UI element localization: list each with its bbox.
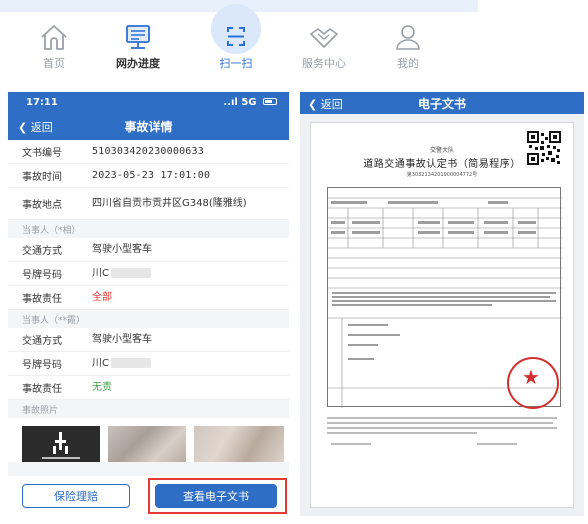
tab-mine[interactable]: 我的 <box>368 22 448 78</box>
action-bar: 保险理赔 查看电子文书 <box>8 476 289 516</box>
row-label: 号牌号码 <box>22 360 62 371</box>
insurance-claim-button[interactable]: 保险理赔 <box>22 484 130 508</box>
tab-mine-label: 我的 <box>397 57 419 70</box>
transport-value: 驾驶小型客车 <box>92 334 152 345</box>
document-number: 第3032134201900004772号 <box>406 172 478 178</box>
official-seal-icon: ★ <box>507 357 559 409</box>
row-party2-responsibility: 事故责任 无责 <box>8 376 289 400</box>
row-document-number: 文书编号 510303420230000633 <box>8 140 289 164</box>
redacted-plate <box>110 268 151 278</box>
accident-photo[interactable] <box>194 426 284 462</box>
accident-photo[interactable] <box>108 426 186 462</box>
plate-value: 川C <box>92 267 289 280</box>
accident-detail-screen: 17:11 ..ıl 5G ❮ 返回 事故详情 文书编号 51030342023… <box>8 92 289 516</box>
row-accident-time: 事故时间 2023-05-23 17:01:00 <box>8 164 289 188</box>
tab-scan-label: 扫一扫 <box>219 57 253 70</box>
row-label: 交通方式 <box>22 246 62 257</box>
party2-header: 当事人（**霞） <box>8 310 289 328</box>
handshake-icon <box>307 22 341 52</box>
tab-progress[interactable]: 网办进度 <box>98 22 178 78</box>
user-icon <box>391 22 425 52</box>
row-party2-plate: 号牌号码 川C <box>8 352 289 376</box>
row-label: 文书编号 <box>22 148 62 159</box>
transport-value: 驾驶小型客车 <box>92 244 152 255</box>
battery-icon <box>263 98 277 105</box>
row-label: 事故地点 <box>22 200 62 211</box>
page-title: 事故详情 <box>124 120 173 134</box>
tab-home-label: 首页 <box>43 57 65 70</box>
accident-certificate-document[interactable]: 交警大队 道路交通事故认定书（简易程序） 第303213420190000477… <box>310 122 574 508</box>
status-time: 17:11 <box>26 96 58 108</box>
document-footer-text <box>327 417 557 445</box>
redacted-plate <box>110 358 151 368</box>
bottom-tab-bar: 首页 网办进度 扫一扫 服务中心 我的 <box>0 0 478 82</box>
tab-service-center[interactable]: 服务中心 <box>284 22 364 78</box>
row-label: 事故责任 <box>22 384 62 395</box>
status-signal: ..ıl 5G <box>223 97 277 108</box>
tab-home[interactable]: 首页 <box>14 22 94 78</box>
row-label: 号牌号码 <box>22 270 62 281</box>
document-number-value: 510303420230000633 <box>92 146 204 157</box>
detail-navbar: ❮ 返回 事故详情 <box>8 112 289 140</box>
accident-time-value: 2023-05-23 17:01:00 <box>92 170 211 181</box>
row-party1-transport: 交通方式 驾驶小型客车 <box>8 238 289 262</box>
qr-code-icon <box>527 131 561 165</box>
responsibility-value: 无责 <box>92 382 112 393</box>
accident-location-value: 四川省自贡市贡井区G348(隆雅线) <box>92 198 247 209</box>
responsibility-value: 全部 <box>92 292 112 303</box>
row-party1-responsibility: 事故责任 全部 <box>8 286 289 310</box>
page-title: 电子文书 <box>417 97 466 111</box>
monitor-icon <box>121 22 155 52</box>
tab-progress-label: 网办进度 <box>116 57 160 70</box>
highlight-box <box>148 478 287 514</box>
e-document-screen: ❮ 返回 电子文书 交警大队 道路交通事故认定书（简易程序） 第30321342… <box>300 92 584 516</box>
tab-service-center-label: 服务中心 <box>302 57 346 70</box>
row-party1-plate: 号牌号码 川C <box>8 262 289 286</box>
plate-value: 川C <box>92 357 289 370</box>
accident-photos <box>8 418 289 462</box>
scan-icon <box>219 22 253 52</box>
star-icon: ★ <box>522 365 540 389</box>
party1-header: 当事人（*相） <box>8 220 289 238</box>
row-label: 交通方式 <box>22 336 62 347</box>
row-label: 事故责任 <box>22 294 62 305</box>
home-icon <box>37 22 71 52</box>
document-navbar: ❮ 返回 电子文书 <box>300 92 584 114</box>
status-bar: 17:11 ..ıl 5G <box>8 92 289 112</box>
accident-photo[interactable] <box>22 426 100 462</box>
tab-scan[interactable]: 扫一扫 <box>196 22 276 78</box>
photos-header: 事故照片 <box>8 400 289 418</box>
row-accident-location: 事故地点 四川省自贡市贡井区G348(隆雅线) <box>8 188 289 220</box>
row-label: 事故时间 <box>22 172 62 183</box>
row-party2-transport: 交通方式 驾驶小型客车 <box>8 328 289 352</box>
